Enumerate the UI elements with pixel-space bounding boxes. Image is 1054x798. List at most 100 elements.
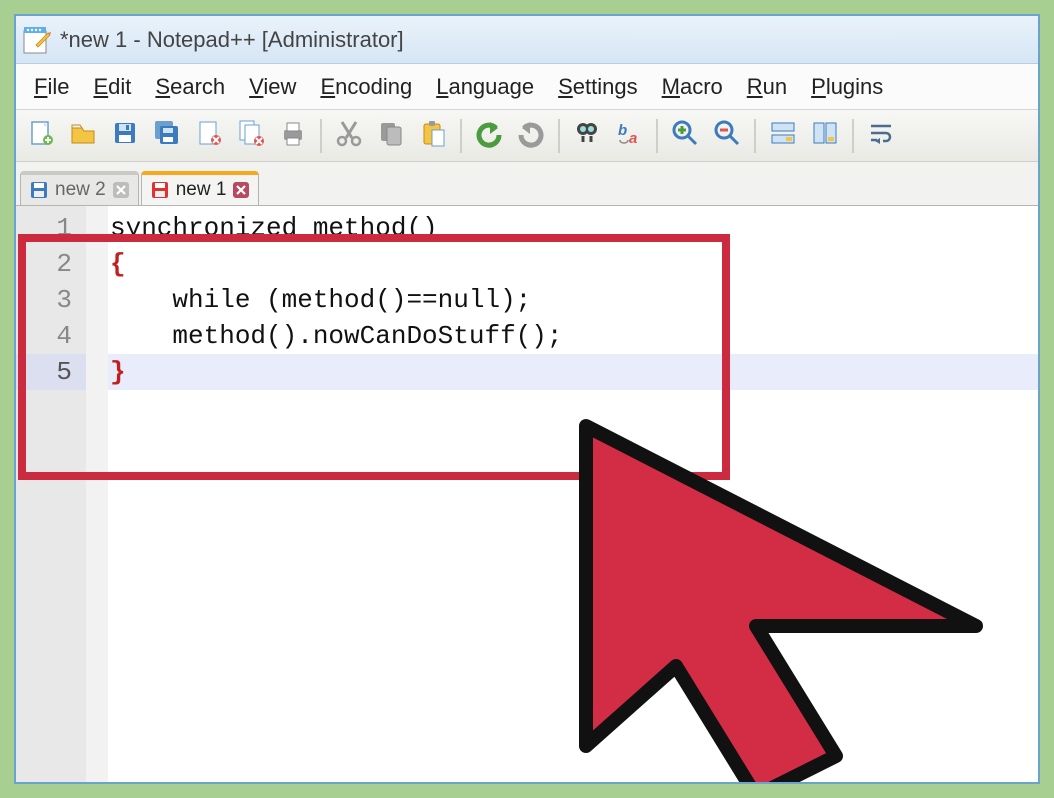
menu-item-language[interactable]: Language xyxy=(424,68,546,106)
replace-button[interactable]: ba xyxy=(610,117,648,155)
copy-button[interactable] xyxy=(372,117,410,155)
line-number: 5 xyxy=(16,354,86,390)
tab-label: new 1 xyxy=(176,179,227,201)
tab-new-1[interactable]: new 1 xyxy=(141,171,260,205)
brace-token: } xyxy=(110,357,126,387)
menubar: File Edit Search View Encoding Language Settin… xyxy=(16,64,1038,110)
code-line[interactable]: method().nowCanDoStuff(); xyxy=(108,318,1038,354)
code-token: method().nowCanDoStuff(); xyxy=(110,321,562,351)
zoom-in-icon xyxy=(670,118,700,153)
code-token: synchronized method() xyxy=(110,213,438,243)
tab-label: new 2 xyxy=(55,179,106,201)
toolbar-separator xyxy=(754,119,756,153)
code-line[interactable]: { xyxy=(108,246,1038,282)
open-file-button[interactable] xyxy=(64,117,102,155)
new-file-button[interactable] xyxy=(22,117,60,155)
toolbar-separator xyxy=(656,119,658,153)
line-number: 2 xyxy=(16,246,86,282)
save-button[interactable] xyxy=(106,117,144,155)
sync-h-button[interactable] xyxy=(806,117,844,155)
paste-icon xyxy=(418,118,448,153)
app-window: *new 1 - Notepad++ [Administrator] File E… xyxy=(14,14,1040,784)
brace-token: { xyxy=(110,249,126,279)
menu-item-label: Run xyxy=(747,74,787,99)
toolbar-separator xyxy=(558,119,560,153)
close-button[interactable] xyxy=(190,117,228,155)
menu-item-plugins[interactable]: Plugins xyxy=(799,68,895,106)
replace-icon: ba xyxy=(614,118,644,153)
close-all-icon xyxy=(236,118,266,153)
menu-item-file[interactable]: File xyxy=(22,68,81,106)
menu-item-encoding[interactable]: Encoding xyxy=(308,68,424,106)
sync-h-icon xyxy=(810,118,840,153)
code-line[interactable]: synchronized method() xyxy=(108,210,1038,246)
menu-item-search[interactable]: Search xyxy=(143,68,237,106)
menu-item-run[interactable]: Run xyxy=(735,68,799,106)
menu-item-label: Macro xyxy=(662,74,723,99)
menu-item-label: Encoding xyxy=(320,74,412,99)
line-number: 1 xyxy=(16,210,86,246)
save-icon xyxy=(110,118,140,153)
toolbar: ba xyxy=(16,110,1038,162)
find-button[interactable] xyxy=(568,117,606,155)
zoom-in-button[interactable] xyxy=(666,117,704,155)
menu-item-settings[interactable]: Settings xyxy=(546,68,650,106)
open-file-icon xyxy=(68,118,98,153)
code-token: while (method()==null); xyxy=(110,285,531,315)
print-button[interactable] xyxy=(274,117,312,155)
redo-icon xyxy=(516,118,546,153)
fold-margin xyxy=(86,206,108,782)
line-number: 3 xyxy=(16,282,86,318)
code-line[interactable]: } xyxy=(108,354,1038,390)
code-area[interactable]: synchronized method() { while (method()==… xyxy=(108,206,1038,782)
zoom-out-icon xyxy=(712,118,742,153)
undo-icon xyxy=(474,118,504,153)
menu-item-view[interactable]: View xyxy=(237,68,308,106)
copy-icon xyxy=(376,118,406,153)
tab-close-button[interactable] xyxy=(112,181,130,199)
menu-item-edit[interactable]: Edit xyxy=(81,68,143,106)
save-saved-icon xyxy=(29,180,49,200)
wrap-icon xyxy=(866,118,896,153)
tab-close-button[interactable] xyxy=(232,181,250,199)
new-file-icon xyxy=(26,118,56,153)
toolbar-separator xyxy=(320,119,322,153)
toolbar-separator xyxy=(852,119,854,153)
menu-item-label: Edit xyxy=(93,74,131,99)
menu-item-label: Plugins xyxy=(811,74,883,99)
menu-item-label: Language xyxy=(436,74,534,99)
close-icon xyxy=(194,118,224,153)
tabbar: new 2 new 1 xyxy=(16,162,1038,206)
print-icon xyxy=(278,118,308,153)
save-unsaved-icon xyxy=(150,180,170,200)
cut-icon xyxy=(334,118,364,153)
menu-item-label: View xyxy=(249,74,296,99)
toolbar-separator xyxy=(460,119,462,153)
save-all-button[interactable] xyxy=(148,117,186,155)
menu-item-label: Search xyxy=(155,74,225,99)
titlebar: *new 1 - Notepad++ [Administrator] xyxy=(16,16,1038,64)
close-all-button[interactable] xyxy=(232,117,270,155)
line-number-gutter: 12345 xyxy=(16,206,86,782)
wrap-button[interactable] xyxy=(862,117,900,155)
code-line[interactable]: while (method()==null); xyxy=(108,282,1038,318)
svg-text:b: b xyxy=(618,122,627,139)
menu-item-macro[interactable]: Macro xyxy=(650,68,735,106)
sync-v-icon xyxy=(768,118,798,153)
menu-item-label: Settings xyxy=(558,74,638,99)
editor[interactable]: 12345 synchronized method() { while (meth… xyxy=(16,206,1038,782)
menu-item-label: File xyxy=(34,74,69,99)
tab-new-2[interactable]: new 2 xyxy=(20,171,139,205)
line-number: 4 xyxy=(16,318,86,354)
zoom-out-button[interactable] xyxy=(708,117,746,155)
redo-button[interactable] xyxy=(512,117,550,155)
undo-button[interactable] xyxy=(470,117,508,155)
app-icon xyxy=(22,25,52,55)
find-icon xyxy=(572,118,602,153)
sync-v-button[interactable] xyxy=(764,117,802,155)
window-title: *new 1 - Notepad++ [Administrator] xyxy=(60,27,404,53)
paste-button[interactable] xyxy=(414,117,452,155)
svg-text:a: a xyxy=(629,130,637,147)
save-all-icon xyxy=(152,118,182,153)
cut-button[interactable] xyxy=(330,117,368,155)
